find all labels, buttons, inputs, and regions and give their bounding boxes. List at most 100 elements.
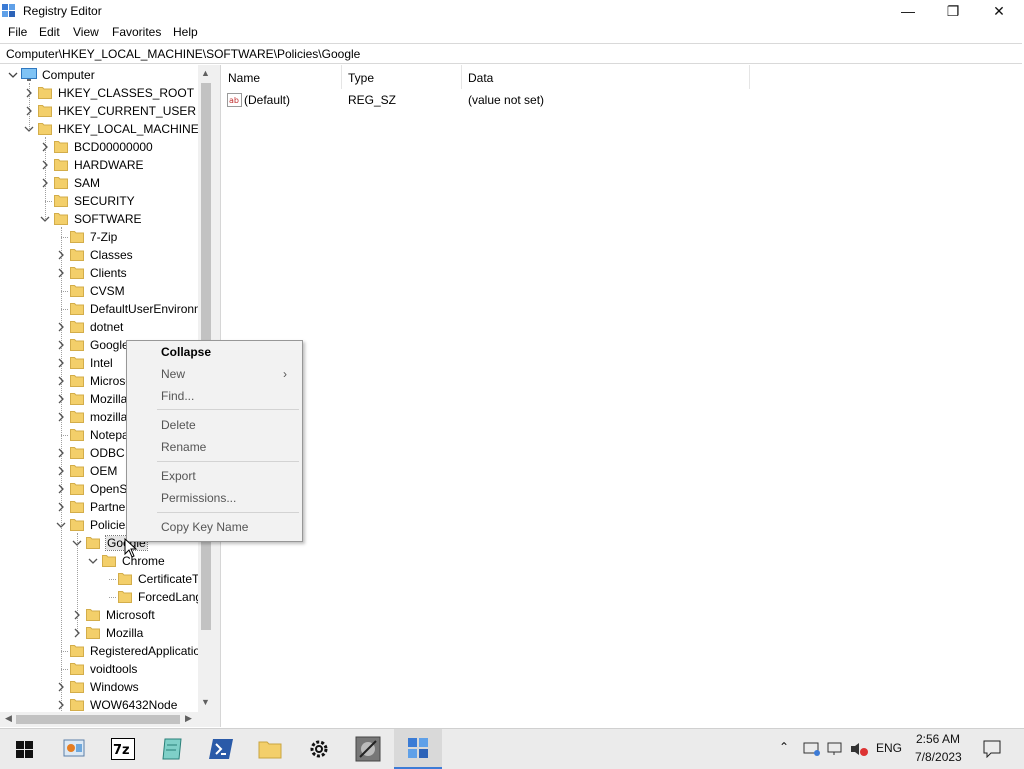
chevron-right-icon[interactable] [24,106,34,116]
menu-help[interactable]: Help [173,25,198,39]
tree-item[interactable]: HKEY_LOCAL_MACHINE [0,120,214,138]
value-row[interactable]: ab (Default) REG_SZ (value not set) [221,90,749,110]
display-icon[interactable] [826,741,844,757]
taskbar-app-process-tool[interactable] [344,729,392,769]
values-list[interactable]: Name Type Data ab (Default) REG_SZ (valu… [221,65,1022,727]
tree-item[interactable]: voidtools [0,660,214,678]
chevron-right-icon[interactable] [56,376,66,386]
taskbar-app-control-panel[interactable] [50,729,98,769]
address-bar[interactable]: Computer\HKEY_LOCAL_MACHINE\SOFTWARE\Pol… [0,43,1022,64]
taskbar-app-powershell[interactable] [197,729,245,769]
computer-icon [21,68,37,81]
menu-item-export[interactable]: Export [161,469,196,483]
chevron-right-icon[interactable] [56,466,66,476]
taskbar-app-notepad[interactable] [148,729,196,769]
tree-item[interactable]: SAM [0,174,214,192]
tree-item[interactable]: CVSM [0,282,214,300]
menu-item-delete[interactable]: Delete [161,418,196,432]
close-button[interactable]: ✕ [976,0,1022,22]
scroll-down-icon[interactable]: ▼ [201,697,210,707]
tree-label: SECURITY [74,194,135,208]
chevron-right-icon[interactable] [56,268,66,278]
tree-item[interactable]: ForcedLang [0,588,214,606]
column-header-data[interactable]: Data [461,65,749,89]
tree-item-computer[interactable]: Computer [0,66,200,84]
chevron-right-icon[interactable] [56,394,66,404]
clock-time[interactable]: 2:56 AM [916,732,960,746]
menu-item-permissions[interactable]: Permissions... [161,491,236,505]
chevron-right-icon[interactable] [56,484,66,494]
tree-item[interactable]: HKEY_CURRENT_USER [0,102,214,120]
chevron-right-icon[interactable] [40,160,50,170]
tree-horizontal-scroll-thumb[interactable] [16,715,180,724]
menu-item-new[interactable]: New [161,367,185,381]
chevron-right-icon[interactable] [56,448,66,458]
column-header-name[interactable]: Name [221,65,341,89]
chevron-down-icon[interactable] [56,520,66,530]
tree-item[interactable]: SECURITY [0,192,214,210]
taskbar-app-registry-editor[interactable] [394,729,442,769]
menu-item-collapse[interactable]: Collapse [161,345,211,359]
chevron-right-icon[interactable] [24,88,34,98]
language-indicator[interactable]: ENG [876,741,902,755]
tree-item[interactable]: Windows [0,678,214,696]
chevron-right-icon[interactable] [56,502,66,512]
column-divider[interactable] [749,65,750,89]
menu-view[interactable]: View [73,25,99,39]
tree-item[interactable]: Clients [0,264,214,282]
chevron-down-icon[interactable] [72,538,82,548]
tree-item[interactable]: dotnet [0,318,214,336]
tree-item[interactable]: Chrome [0,552,214,570]
menu-edit[interactable]: Edit [39,25,60,39]
tree-item[interactable]: DefaultUserEnvironm [0,300,214,318]
scroll-right-icon[interactable]: ▶ [185,713,192,724]
scroll-left-icon[interactable]: ◀ [5,713,12,724]
chevron-right-icon[interactable] [56,250,66,260]
chevron-down-icon[interactable] [88,556,98,566]
tree-item[interactable]: Mozilla [0,624,214,642]
menu-item-rename[interactable]: Rename [161,440,206,454]
chevron-right-icon[interactable] [56,358,66,368]
chevron-down-icon[interactable] [8,70,18,80]
tree-item[interactable]: CertificateT [0,570,214,588]
tree-item[interactable]: Microsoft [0,606,214,624]
chevron-right-icon[interactable] [56,700,66,710]
chevron-down-icon[interactable] [24,124,34,134]
chevron-up-icon[interactable]: ⌃ [779,740,789,754]
tree-guide [61,309,68,310]
menu-item-find[interactable]: Find... [161,389,194,403]
volume-muted-icon[interactable] [849,741,869,757]
network-status-icon[interactable] [803,741,821,757]
taskbar-app-7zip[interactable]: 7z [99,729,147,769]
clock-date[interactable]: 7/8/2023 [915,750,962,764]
taskbar-app-file-explorer[interactable] [246,729,294,769]
scroll-up-icon[interactable]: ▲ [201,68,210,78]
tree-item[interactable]: BCD00000000 [0,138,214,156]
tree-item[interactable]: HKEY_CLASSES_ROOT [0,84,214,102]
start-button[interactable] [0,729,48,769]
menu-file[interactable]: File [8,25,27,39]
tree-item[interactable]: HARDWARE [0,156,214,174]
maximize-button[interactable]: ❐ [930,0,976,22]
menu-favorites[interactable]: Favorites [112,25,161,39]
chevron-right-icon[interactable] [56,322,66,332]
chevron-down-icon[interactable] [40,214,50,224]
chevron-right-icon[interactable] [56,340,66,350]
chevron-right-icon[interactable] [72,610,82,620]
tree-item[interactable]: Classes [0,246,214,264]
notifications-icon[interactable] [983,740,1001,758]
tree-item[interactable]: RegisteredApplicatio [0,642,214,660]
chevron-right-icon[interactable] [72,628,82,638]
tree-item[interactable]: SOFTWARE [0,210,214,228]
windows-logo-icon [15,740,33,758]
taskbar-app-settings[interactable] [295,729,343,769]
column-header-type[interactable]: Type [341,65,461,89]
chevron-right-icon[interactable] [56,412,66,422]
tree-item[interactable]: 7-Zip [0,228,214,246]
chevron-right-icon[interactable] [40,142,50,152]
chevron-right-icon[interactable] [40,178,50,188]
chevron-right-icon[interactable] [56,682,66,692]
folder-icon [38,87,52,99]
minimize-button[interactable]: — [885,0,931,22]
menu-item-copy-key-name[interactable]: Copy Key Name [161,520,248,534]
